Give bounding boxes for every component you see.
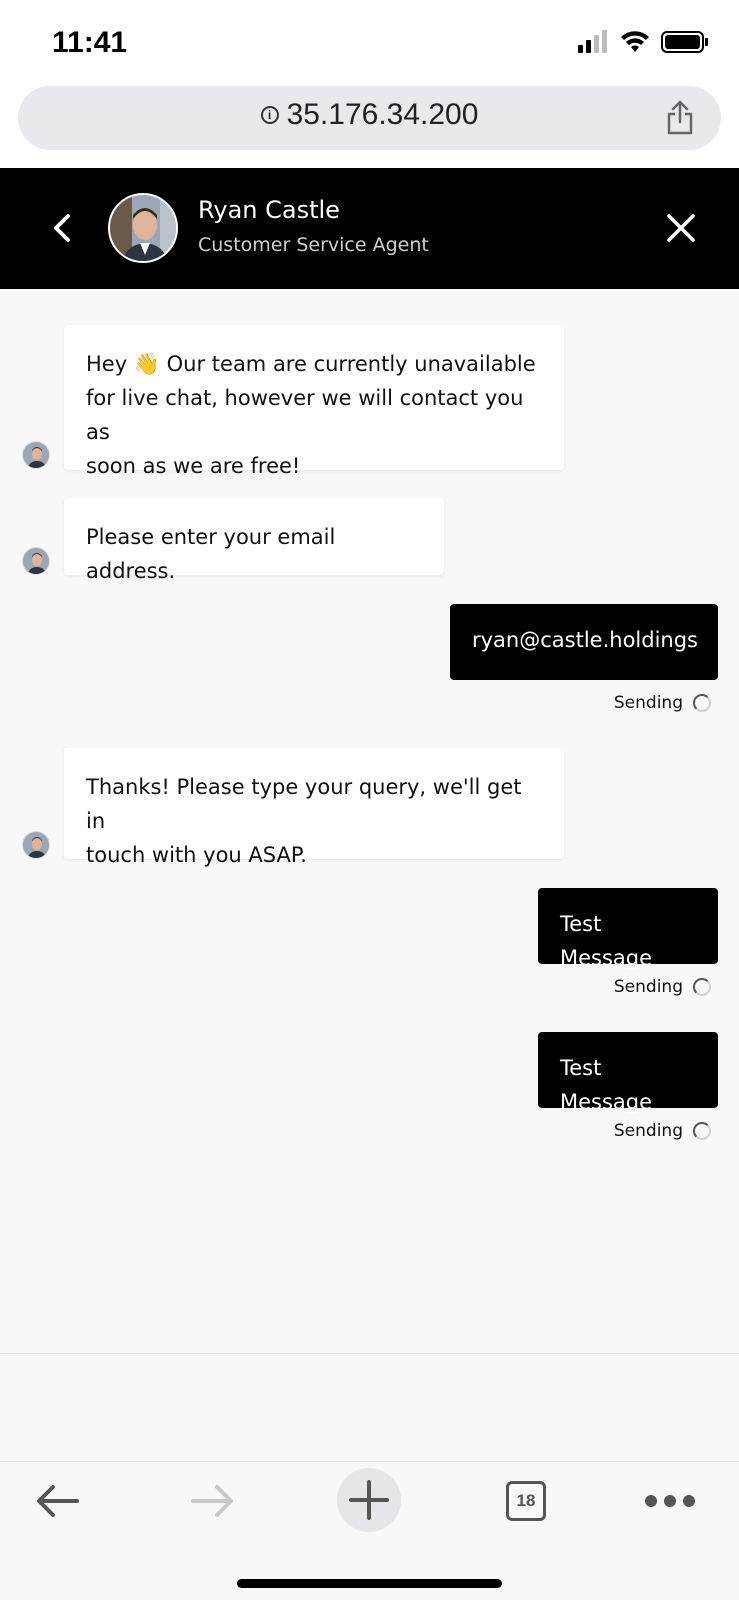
message-status: Sending bbox=[614, 977, 711, 997]
status-bar: 11:41 bbox=[0, 0, 739, 84]
status-text: Sending bbox=[613, 1121, 683, 1141]
agent-avatar bbox=[108, 193, 178, 263]
agent-avatar-small bbox=[22, 547, 50, 575]
status-time: 11:41 bbox=[52, 26, 128, 59]
wifi-icon bbox=[621, 31, 649, 52]
more-dots-icon bbox=[645, 1495, 695, 1507]
close-icon[interactable] bbox=[663, 210, 699, 246]
message-text: Test Message bbox=[560, 1056, 653, 1114]
url-text: 35.176.34.200 bbox=[286, 98, 479, 131]
user-message: Test Message bbox=[538, 888, 718, 970]
loading-spinner-icon bbox=[693, 694, 711, 712]
plus-icon bbox=[349, 1480, 389, 1520]
address-bar[interactable]: i 35.176.34.200 bbox=[18, 86, 721, 150]
message-input-area[interactable] bbox=[0, 1353, 739, 1461]
message-line: touch with you ASAP. bbox=[86, 843, 307, 867]
more-menu-button[interactable] bbox=[640, 1474, 700, 1528]
agent-role: Customer Service Agent bbox=[198, 234, 429, 256]
loading-spinner-icon bbox=[693, 978, 711, 996]
tabs-button[interactable]: 18 bbox=[503, 1474, 549, 1528]
arrow-left-icon bbox=[37, 1485, 79, 1517]
message-text: Test Message bbox=[560, 912, 653, 970]
browser-back-button[interactable] bbox=[30, 1474, 84, 1528]
message-text: Please enter your email address. bbox=[86, 525, 336, 583]
battery-icon bbox=[661, 31, 708, 53]
message-text: ryan@castle.holdings bbox=[472, 628, 698, 652]
agent-avatar-small bbox=[22, 441, 50, 469]
agent-photo bbox=[110, 195, 176, 261]
agent-message: Please enter your email address. bbox=[64, 498, 444, 583]
agent-name: Ryan Castle bbox=[198, 196, 340, 224]
url-display: i 35.176.34.200 bbox=[18, 98, 721, 132]
browser-toolbar: 18 bbox=[0, 1461, 739, 1600]
home-indicator bbox=[237, 1579, 502, 1588]
loading-spinner-icon bbox=[693, 1122, 711, 1140]
user-message: Test Message bbox=[538, 1032, 718, 1114]
message-line: for live chat, however we will contact y… bbox=[86, 386, 524, 444]
message-status: Sending bbox=[614, 1121, 711, 1141]
arrow-right-icon bbox=[191, 1485, 233, 1517]
tabs-count: 18 bbox=[506, 1481, 546, 1521]
chat-header: Ryan Castle Customer Service Agent bbox=[0, 168, 739, 289]
message-line: Thanks! Please type your query, we'll ge… bbox=[86, 775, 522, 833]
message-status: Sending bbox=[614, 693, 711, 713]
message-line: Hey 👋 Our team are currently unavailable bbox=[86, 352, 536, 376]
share-icon[interactable] bbox=[665, 100, 695, 136]
cellular-signal-icon bbox=[578, 30, 607, 53]
user-message: ryan@castle.holdings bbox=[450, 604, 718, 680]
browser-forward-button[interactable] bbox=[186, 1474, 240, 1528]
agent-message: Thanks! Please type your query, we'll ge… bbox=[64, 748, 564, 867]
browser-address-area: i 35.176.34.200 bbox=[0, 84, 739, 168]
agent-message: Hey 👋 Our team are currently unavailable… bbox=[64, 325, 564, 478]
agent-avatar-small bbox=[22, 831, 50, 859]
back-chevron-icon[interactable] bbox=[44, 208, 80, 248]
info-icon[interactable]: i bbox=[260, 106, 279, 124]
status-text: Sending bbox=[613, 977, 683, 997]
new-tab-button[interactable] bbox=[337, 1468, 401, 1532]
status-icons bbox=[577, 30, 709, 54]
message-line: soon as we are free! bbox=[86, 454, 301, 478]
status-text: Sending bbox=[613, 693, 683, 713]
